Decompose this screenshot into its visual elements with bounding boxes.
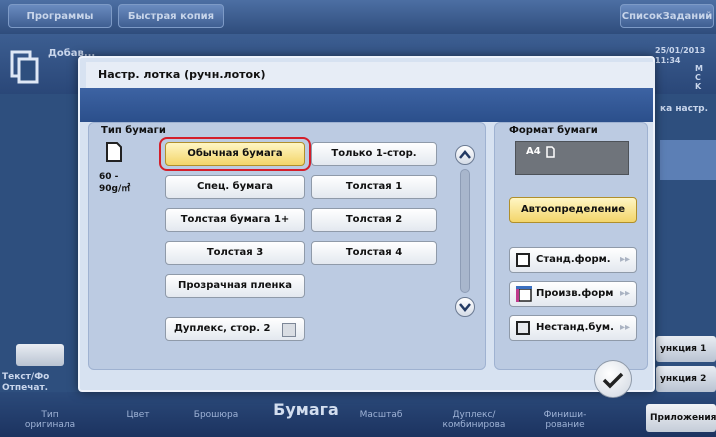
custom-size-icon (516, 286, 532, 306)
chevron-up-icon (459, 149, 471, 163)
function-1-button[interactable]: ункция 1 (656, 336, 716, 362)
tab-original-type[interactable]: Тип оригинала (20, 410, 80, 430)
paper-type-transparency[interactable]: Прозрачная пленка (165, 274, 305, 298)
nonstandard-paper-button[interactable]: Нестанд.бум. ▸▸ (509, 315, 637, 341)
scroll-down-button[interactable] (455, 297, 475, 317)
paper-type-thick-3[interactable]: Толстая 3 (165, 241, 305, 265)
settings-fragment-text: ка настр. (660, 104, 709, 114)
duplex-checkbox[interactable] (282, 323, 296, 337)
tab-paper[interactable]: Бумага (266, 400, 346, 420)
chevron-right-icon: ▸▸ (619, 322, 630, 333)
function-2-button[interactable]: ункция 2 (656, 366, 716, 392)
portrait-page-icon (546, 146, 555, 161)
paper-type-panel: Тип бумаги 60 - 90g/㎡ Обычная бумага Спе… (88, 122, 486, 370)
nonstandard-paper-label: Нестанд.бум. (536, 322, 614, 333)
dialog-header-band (80, 88, 653, 122)
paper-type-duplex-side2[interactable]: Дуплекс, стор. 2 (165, 317, 305, 341)
standard-size-button[interactable]: Станд.форм. ▸▸ (509, 247, 637, 273)
paper-type-plain[interactable]: Обычная бумага (165, 142, 305, 166)
chevron-down-icon (459, 301, 471, 315)
paper-type-thick-1[interactable]: Толстая 1 (311, 175, 437, 199)
job-list-button[interactable]: СписокЗаданий (620, 4, 714, 28)
checkmark-icon (602, 370, 624, 395)
copy-icon (10, 50, 40, 84)
auto-detect-button[interactable]: Автоопределение (509, 197, 637, 223)
text-photo-label: Текст/Фо (2, 372, 50, 382)
tab-finishing[interactable]: Финиши- рование (530, 410, 600, 430)
custom-size-label: Произв.форм (536, 288, 614, 299)
duplex-side2-label: Дуплекс, стор. 2 (174, 323, 271, 334)
toner-m: M (695, 64, 703, 73)
paper-type-thick-2[interactable]: Толстая 2 (311, 208, 437, 232)
standard-size-icon (516, 253, 530, 267)
paper-type-thick-1plus[interactable]: Толстая бумага 1+ (165, 208, 305, 232)
paper-weight-label: 60 - 90g/㎡ (99, 172, 131, 194)
chevron-right-icon: ▸▸ (619, 254, 630, 265)
nonstandard-paper-icon (516, 321, 530, 335)
tab-color[interactable]: Цвет (118, 410, 158, 420)
ok-button[interactable] (594, 360, 632, 398)
scroll-up-button[interactable] (455, 145, 475, 165)
custom-size-button[interactable]: Произв.форм ▸▸ (509, 281, 637, 307)
tray-settings-dialog: Настр. лотка (ручн.лоток) Тип бумаги 60 … (78, 56, 655, 392)
tab-duplex-combine[interactable]: Дуплекс/ комбинирова (436, 410, 512, 430)
right-thumbs (660, 140, 716, 180)
paper-type-single-side[interactable]: Только 1-стор. (311, 142, 437, 166)
programs-button[interactable]: Программы (8, 4, 112, 28)
scroll-track[interactable] (460, 169, 470, 293)
tab-zoom[interactable]: Масштаб (356, 410, 406, 420)
counter-time: 11:34 (655, 56, 681, 65)
paper-type-label: Тип бумаги (101, 125, 166, 136)
paper-type-thick-4[interactable]: Толстая 4 (311, 241, 437, 265)
paper-size-panel: Формат бумаги A4 Автоопределение Станд.ф… (494, 122, 648, 370)
color-mode-icon[interactable] (16, 344, 64, 366)
paper-sheet-icon (105, 141, 123, 163)
quick-copy-button[interactable]: Быстрая копия (118, 4, 224, 28)
toner-c: C (695, 73, 701, 82)
counter-date: 25/01/2013 (655, 46, 706, 55)
current-size-display: A4 (515, 141, 629, 175)
paper-size-label: Формат бумаги (509, 125, 598, 136)
current-size-value: A4 (526, 146, 541, 157)
tab-brochure[interactable]: Брошюра (186, 410, 246, 420)
chevron-right-icon: ▸▸ (619, 288, 630, 299)
tab-applications[interactable]: Приложения (646, 404, 716, 432)
standard-size-label: Станд.форм. (536, 254, 611, 265)
toner-k: K (695, 82, 702, 91)
paper-type-special[interactable]: Спец. бумага (165, 175, 305, 199)
dialog-title: Настр. лотка (ручн.лоток) (86, 62, 655, 88)
